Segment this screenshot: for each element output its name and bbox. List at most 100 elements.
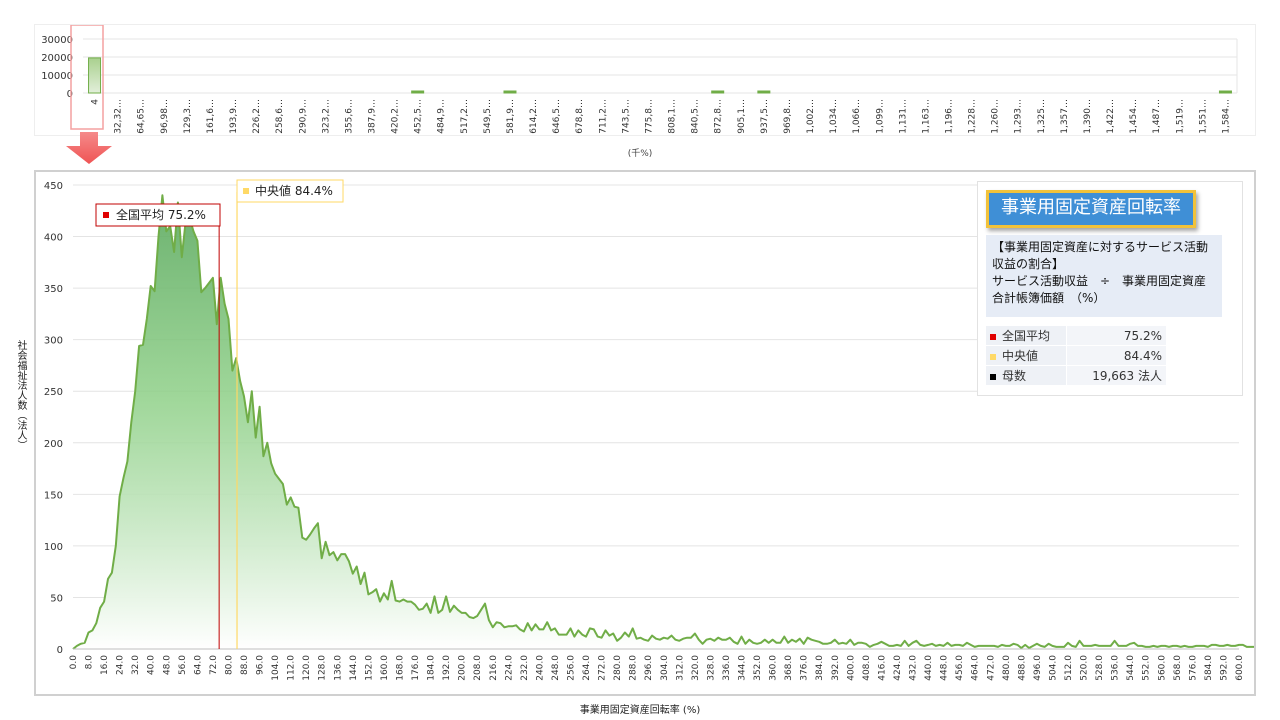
main-x-tick: 400.0: [846, 655, 856, 681]
stat-row-count: 母数 19,663 法人: [986, 365, 1166, 386]
x-axis-title: 事業用固定資産回転率 (%): [579, 705, 701, 716]
main-x-tick: 480.0: [1002, 655, 1012, 681]
overview-x-tick: 323,2…: [321, 99, 331, 134]
overview-x-tick: 1,002…: [806, 99, 816, 134]
overview-svg: 30000 20000 10000 0 4 32,32… 64,65… 96,98… 129,3…: [41, 24, 1238, 134]
overview-bar: [1218, 90, 1232, 94]
main-x-tick: 256.0: [566, 655, 576, 681]
info-panel: 事業用固定資産回転率 【事業用固定資産に対するサービス活動 収益の割合】 サービ…: [977, 181, 1243, 396]
overview-x-tick: 290,9…: [298, 99, 308, 134]
overview-x-tick: 1,454…: [1129, 99, 1139, 134]
main-x-tick: 248.0: [551, 655, 561, 681]
main-x-tick: 152.0: [364, 655, 374, 681]
main-x-tick: 232.0: [520, 655, 530, 681]
main-x-tick: 536.0: [1111, 655, 1121, 681]
overview-x-tick: 840,5…: [691, 99, 701, 134]
overview-x-tick: 517,2…: [460, 99, 470, 134]
main-y-tick: 100: [44, 542, 63, 553]
main-x-tick: 24.0: [116, 655, 126, 675]
main-x-tick: 528.0: [1095, 655, 1105, 681]
overview-x-tick: 1,584…: [1221, 99, 1231, 134]
overview-x-tick: 96,98…: [160, 99, 170, 134]
overview-x-tick: 872,8…: [714, 99, 724, 134]
overview-x-tick: 129,3…: [183, 99, 193, 134]
overview-x-tick: 743,5…: [621, 99, 631, 134]
main-y-tick: 350: [44, 284, 63, 295]
main-x-tick: 560.0: [1157, 655, 1167, 681]
main-x-tick: 360.0: [769, 655, 779, 681]
overview-x-tick: 1,260…: [991, 99, 1001, 134]
overview-bar: [757, 90, 771, 94]
overview-x-tick: 193,9…: [229, 99, 239, 134]
overview-x-tick: 1,325…: [1037, 99, 1047, 134]
overview-x-tick: 775,8…: [644, 99, 654, 134]
main-x-tick: 320.0: [691, 655, 701, 681]
overview-x-tick: 1,357…: [1060, 99, 1070, 134]
main-y-tick: 0: [57, 645, 63, 656]
main-y-tick: 250: [44, 387, 63, 398]
overview-x-tick: 484,9…: [437, 99, 447, 134]
main-x-tick: 32.0: [131, 655, 141, 675]
info-desc-line: 合計帳簿価額 （%）: [992, 291, 1106, 305]
main-x-tick: 328.0: [706, 655, 716, 681]
average-marker-icon: [103, 212, 109, 218]
main-x-tick: 296.0: [644, 655, 654, 681]
main-x-tick: 584.0: [1204, 655, 1214, 681]
overview-chart: 30000 20000 10000 0 4 32,32… 64,65… 96,98… 129,3…: [34, 24, 1256, 136]
main-x-tick: 568.0: [1173, 655, 1183, 681]
average-marker-icon: [990, 333, 996, 340]
overview-bar: [88, 57, 102, 94]
median-callout-label: 中央値 84.4%: [255, 183, 333, 198]
main-x-tick: 456.0: [955, 655, 965, 681]
main-x-tick: 520.0: [1080, 655, 1090, 681]
stat-label: 全国平均: [1002, 329, 1051, 343]
overview-x-tick: 355,6…: [344, 99, 354, 134]
overview-x-tick: 905,1…: [737, 99, 747, 134]
overview-x-tick: 420,2…: [391, 99, 401, 134]
overview-x-tick: 1,390…: [1083, 99, 1093, 134]
main-x-tick: 136.0: [333, 655, 343, 681]
overview-x-tick: 1,099…: [875, 99, 885, 134]
main-x-tick: 424.0: [893, 655, 903, 681]
average-callout-label: 全国平均 75.2%: [116, 207, 206, 222]
main-x-tick: 56.0: [178, 655, 188, 675]
main-x-tick: 304.0: [660, 655, 670, 681]
main-x-tick: 496.0: [1033, 655, 1043, 681]
main-x-tick: 552.0: [1142, 655, 1152, 681]
main-x-tick: 352.0: [753, 655, 763, 681]
overview-bar: [711, 90, 725, 94]
main-x-tick: 408.0: [862, 655, 872, 681]
main-x-tick: 384.0: [815, 655, 825, 681]
main-x-tick: 96.0: [256, 655, 266, 675]
main-x-tick: 288.0: [629, 655, 639, 681]
main-x-tick: 312.0: [675, 655, 685, 681]
main-x-tick: 488.0: [1017, 655, 1027, 681]
main-y-tick: 450: [44, 181, 63, 192]
overview-x-tick: 969,8…: [783, 99, 793, 134]
main-x-tick: 64.0: [193, 655, 203, 675]
main-x-tick: 264.0: [582, 655, 592, 681]
main-x-tick: 432.0: [909, 655, 919, 681]
main-y-tick: 150: [44, 490, 63, 501]
overview-y-tick: 20000: [41, 53, 73, 64]
main-x-tick: 240.0: [535, 655, 545, 681]
main-x-tick: 576.0: [1188, 655, 1198, 681]
overview-y-tick: 0: [67, 89, 73, 100]
main-x-tick: 368.0: [784, 655, 794, 681]
overview-unit-label: (千%): [627, 149, 653, 159]
main-x-tick: 72.0: [209, 655, 219, 675]
info-description: 【事業用固定資産に対するサービス活動 収益の割合】 サービス活動収益 ÷ 事業用…: [986, 235, 1222, 317]
main-x-tick: 440.0: [924, 655, 934, 681]
overview-y-tick: 10000: [41, 71, 73, 82]
overview-x-tick: 64,65…: [137, 99, 147, 134]
overview-x-tick: 937,5…: [760, 99, 770, 134]
overview-x-tick: 1,519…: [1175, 99, 1185, 134]
info-desc-line: サービス活動収益 ÷ 事業用固定資産: [992, 274, 1207, 288]
overview-x-tick: 581,9…: [506, 99, 516, 134]
stat-value: 84.4%: [1066, 345, 1166, 366]
overview-x-tick: 711,2…: [598, 99, 608, 134]
main-x-tick: 8.0: [85, 655, 95, 670]
overview-x-tick: 1,293…: [1014, 99, 1024, 134]
main-x-tick: 336.0: [722, 655, 732, 681]
main-x-tick: 592.0: [1219, 655, 1229, 681]
